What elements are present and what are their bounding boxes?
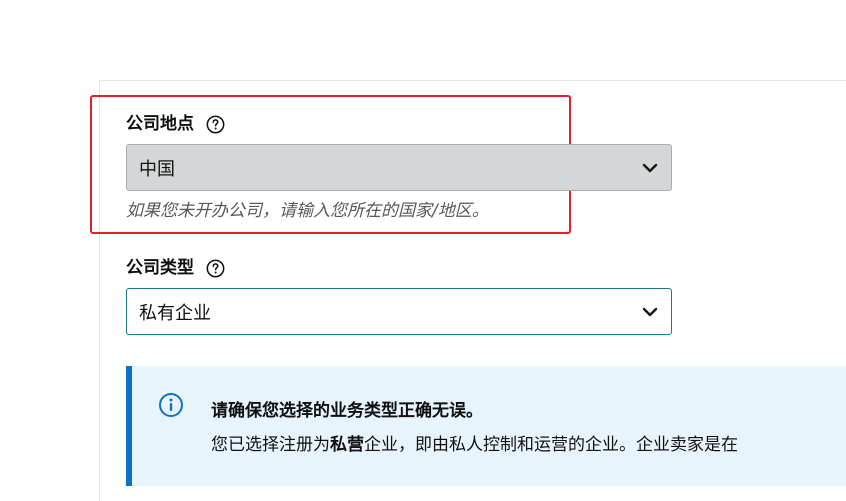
company-type-select[interactable]: 私有企业: [126, 288, 672, 335]
info-notice-body: 您已选择注册为私营企业，即由私人控制和运营的企业。企业卖家是在: [211, 430, 738, 455]
company-type-label: 公司类型: [126, 258, 194, 278]
info-body-suffix: 企业，即由私人控制和运营的企业。企业卖家是在: [364, 435, 738, 455]
company-type-label-row: 公司类型: [126, 257, 225, 279]
company-location-label: 公司地点: [126, 114, 194, 134]
help-icon[interactable]: [206, 115, 225, 134]
info-icon: [159, 393, 183, 417]
chevron-down-icon: [642, 163, 658, 172]
company-location-select[interactable]: 中国: [126, 144, 672, 191]
company-type-value: 私有企业: [139, 302, 211, 324]
company-location-hint: 如果您未开办公司，请输入您所在的国家/地区。: [126, 201, 489, 221]
business-type-info-box: [126, 366, 846, 486]
chevron-down-icon: [642, 307, 658, 316]
company-location-label-row: 公司地点: [126, 113, 225, 135]
info-body-emphasis: 私营: [330, 435, 364, 455]
info-notice-title: 请确保您选择的业务类型正确无误。: [211, 401, 483, 421]
info-body-prefix: 您已选择注册为: [211, 435, 330, 455]
help-icon[interactable]: [206, 259, 225, 278]
company-location-value: 中国: [139, 158, 175, 180]
